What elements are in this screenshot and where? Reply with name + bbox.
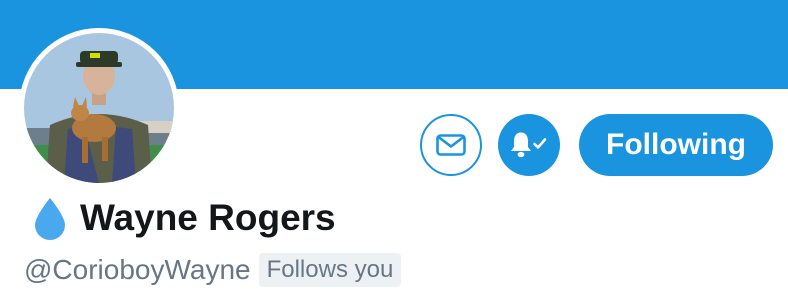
follows-you-badge: Follows you: [258, 253, 402, 287]
handle-row: @CorioboyWayne Follows you: [24, 251, 402, 289]
envelope-icon: [436, 134, 466, 156]
bell-check-icon: [511, 132, 547, 158]
display-name-row: Wayne Rogers: [32, 195, 336, 241]
display-name: Wayne Rogers: [80, 197, 336, 238]
message-button[interactable]: [420, 114, 482, 176]
user-handle: @CorioboyWayne: [24, 254, 251, 285]
following-button[interactable]: Following: [579, 114, 773, 176]
avatar-photo: [24, 33, 174, 183]
water-drop-icon: [35, 198, 65, 240]
notifications-button[interactable]: [498, 114, 560, 176]
avatar[interactable]: [19, 28, 179, 188]
